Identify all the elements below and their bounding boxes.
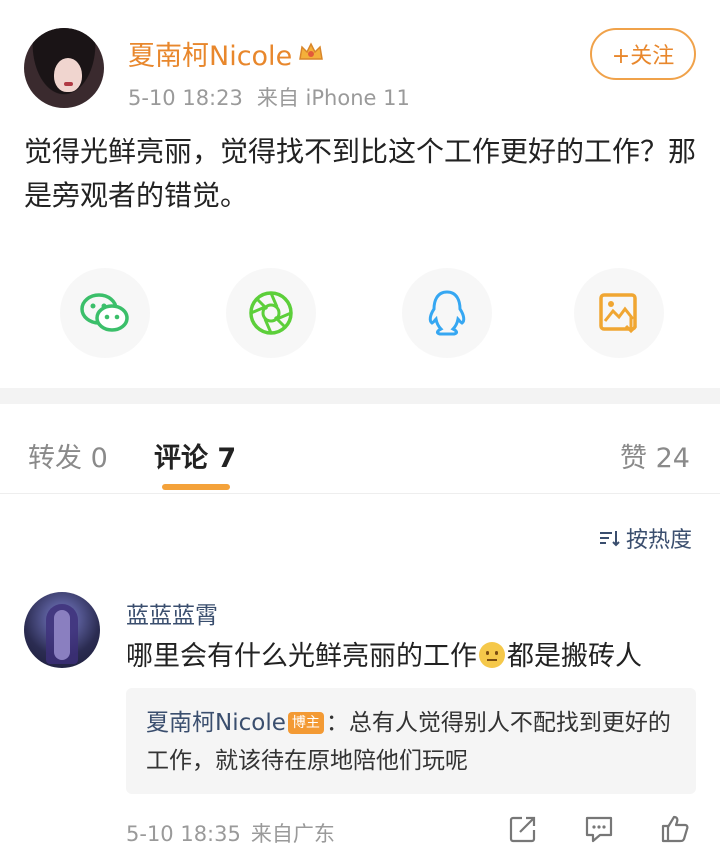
commenter-name[interactable]: 蓝蓝蓝霄 (126, 596, 218, 630)
tab-repost[interactable]: 转发 0 (28, 436, 108, 475)
comment-text-part2: 都是搬砖人 (507, 641, 642, 672)
tab-comment[interactable]: 评论 7 (154, 436, 236, 475)
thinking-emoji-icon (479, 642, 505, 668)
wechat-icon[interactable] (60, 268, 150, 358)
author-name[interactable]: 夏南柯Nicole (128, 34, 324, 73)
moments-icon[interactable] (226, 268, 316, 358)
author-avatar[interactable] (24, 28, 104, 108)
post-date: 5-10 18:23 (128, 86, 243, 110)
tab-bar: 转发 0 评论 7 赞 24 (0, 404, 720, 494)
reply-author[interactable]: 夏南柯Nicole (146, 710, 286, 736)
comment-text: 哪里会有什么光鲜亮丽的工作 都是搬砖人 (126, 634, 642, 673)
comment-text-part1: 哪里会有什么光鲜亮丽的工作 (126, 641, 477, 672)
post-card: 夏南柯Nicole 5-10 18:23 来自 iPhone 11 +关注 觉得光… (0, 0, 720, 388)
post-text: 觉得光鲜亮丽，觉得找不到比这个工作更好的工作？那是旁观者的错觉。 (24, 135, 697, 212)
reply-text: 夏南柯Nicole 博主 ：总有人觉得别人不配找到更好的工作，就该待在原地陪他们玩呢 (146, 704, 686, 780)
save-image-icon[interactable] (574, 268, 664, 358)
comment-date: 5-10 18:35 (126, 822, 241, 846)
like-comment-icon[interactable] (660, 814, 690, 844)
reply-comment-icon[interactable] (584, 814, 614, 844)
crown-icon (298, 39, 324, 61)
share-comment-icon[interactable] (508, 814, 538, 844)
author-name-text[interactable]: 夏南柯Nicole (128, 41, 292, 72)
sort-icon (600, 531, 620, 547)
sort-by-hot-button[interactable]: 按热度 (598, 522, 692, 554)
tab-like[interactable]: 赞 24 (620, 436, 690, 475)
qq-icon[interactable] (402, 268, 492, 358)
author-badge: 博主 (287, 712, 324, 734)
tab-active-indicator (162, 484, 230, 490)
post-source: 来自 iPhone 11 (256, 86, 410, 110)
comment-location: 来自广东 (250, 822, 335, 846)
comment-meta: 5-10 18:35 来自广东 (126, 818, 335, 848)
post-meta: 5-10 18:23 来自 iPhone 11 (128, 82, 410, 112)
reply-box[interactable]: 夏南柯Nicole 博主 ：总有人觉得别人不配找到更好的工作，就该待在原地陪他们玩呢 (126, 688, 696, 794)
sort-label[interactable]: 按热度 (626, 522, 692, 554)
commenter-avatar[interactable] (24, 592, 100, 668)
follow-button[interactable]: +关注 (590, 28, 696, 80)
section-divider (0, 388, 720, 404)
share-row (0, 268, 720, 358)
